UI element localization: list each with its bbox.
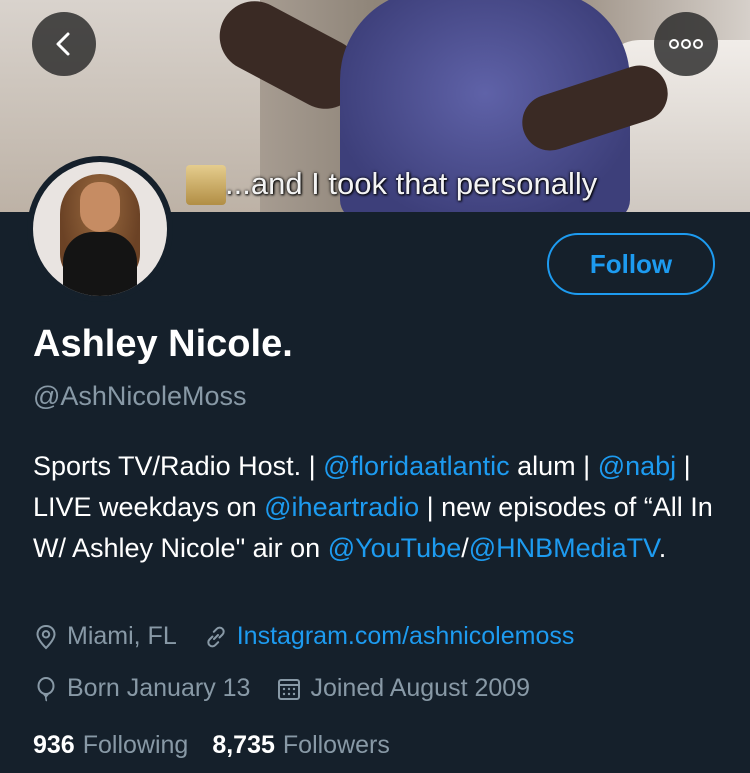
followers-label[interactable]: Followers: [283, 731, 390, 760]
bio-text: .: [658, 533, 667, 563]
more-dots-icon: [669, 39, 703, 49]
mention-hnbmediatv[interactable]: @HNBMediaTV: [469, 533, 659, 563]
banner-glass: [186, 165, 226, 205]
balloon-icon: [37, 676, 55, 701]
profile-meta-row: Born January 13 Joined August 2009: [33, 674, 556, 703]
back-button[interactable]: [32, 12, 96, 76]
chevron-left-icon: [56, 32, 70, 56]
mention-iheartradio[interactable]: @iheartradio: [264, 492, 419, 522]
profile-handle: @AshNicoleMoss: [33, 381, 247, 411]
profile-meta-row: Miami, FL Instagram.com/ashnicolemoss: [33, 622, 600, 651]
link-icon: [207, 626, 225, 647]
mention-nabj[interactable]: @nabj: [598, 451, 676, 481]
avatar-face: [80, 182, 120, 232]
website-link[interactable]: Instagram.com/ashnicolemoss: [237, 622, 575, 651]
website[interactable]: Instagram.com/ashnicolemoss: [203, 622, 575, 651]
followers-count[interactable]: 8,735: [212, 731, 275, 760]
joined-text: Joined August 2009: [310, 674, 531, 702]
more-options-button[interactable]: [654, 12, 718, 76]
following-count[interactable]: 936: [33, 731, 75, 760]
location-text: Miami, FL: [67, 622, 177, 650]
bio-text: /: [461, 533, 469, 563]
location-pin-icon: [36, 624, 56, 649]
join-date: Joined August 2009: [276, 674, 530, 703]
calendar-icon: [278, 678, 301, 700]
following-label[interactable]: Following: [83, 731, 189, 760]
follow-button[interactable]: Follow: [547, 233, 715, 295]
location: Miami, FL: [33, 622, 177, 651]
profile-name: Ashley Nicole.: [33, 323, 293, 365]
avatar[interactable]: [27, 156, 173, 302]
mention-youtube[interactable]: @YouTube: [328, 533, 462, 563]
banner-caption: ...and I took that personally: [225, 166, 598, 201]
birthday: Born January 13: [33, 674, 250, 703]
bio-text: alum |: [509, 451, 598, 481]
birthday-text: Born January 13: [67, 674, 251, 702]
mention-floridaatlantic[interactable]: @floridaatlantic: [323, 451, 510, 481]
follow-stats: 936 Following 8,735 Followers: [33, 731, 414, 760]
profile-bio: Sports TV/Radio Host. | @floridaatlantic…: [33, 446, 723, 569]
avatar-photo: [33, 162, 167, 296]
bio-text: Sports TV/Radio Host. |: [33, 451, 324, 481]
avatar-body: [63, 232, 137, 296]
